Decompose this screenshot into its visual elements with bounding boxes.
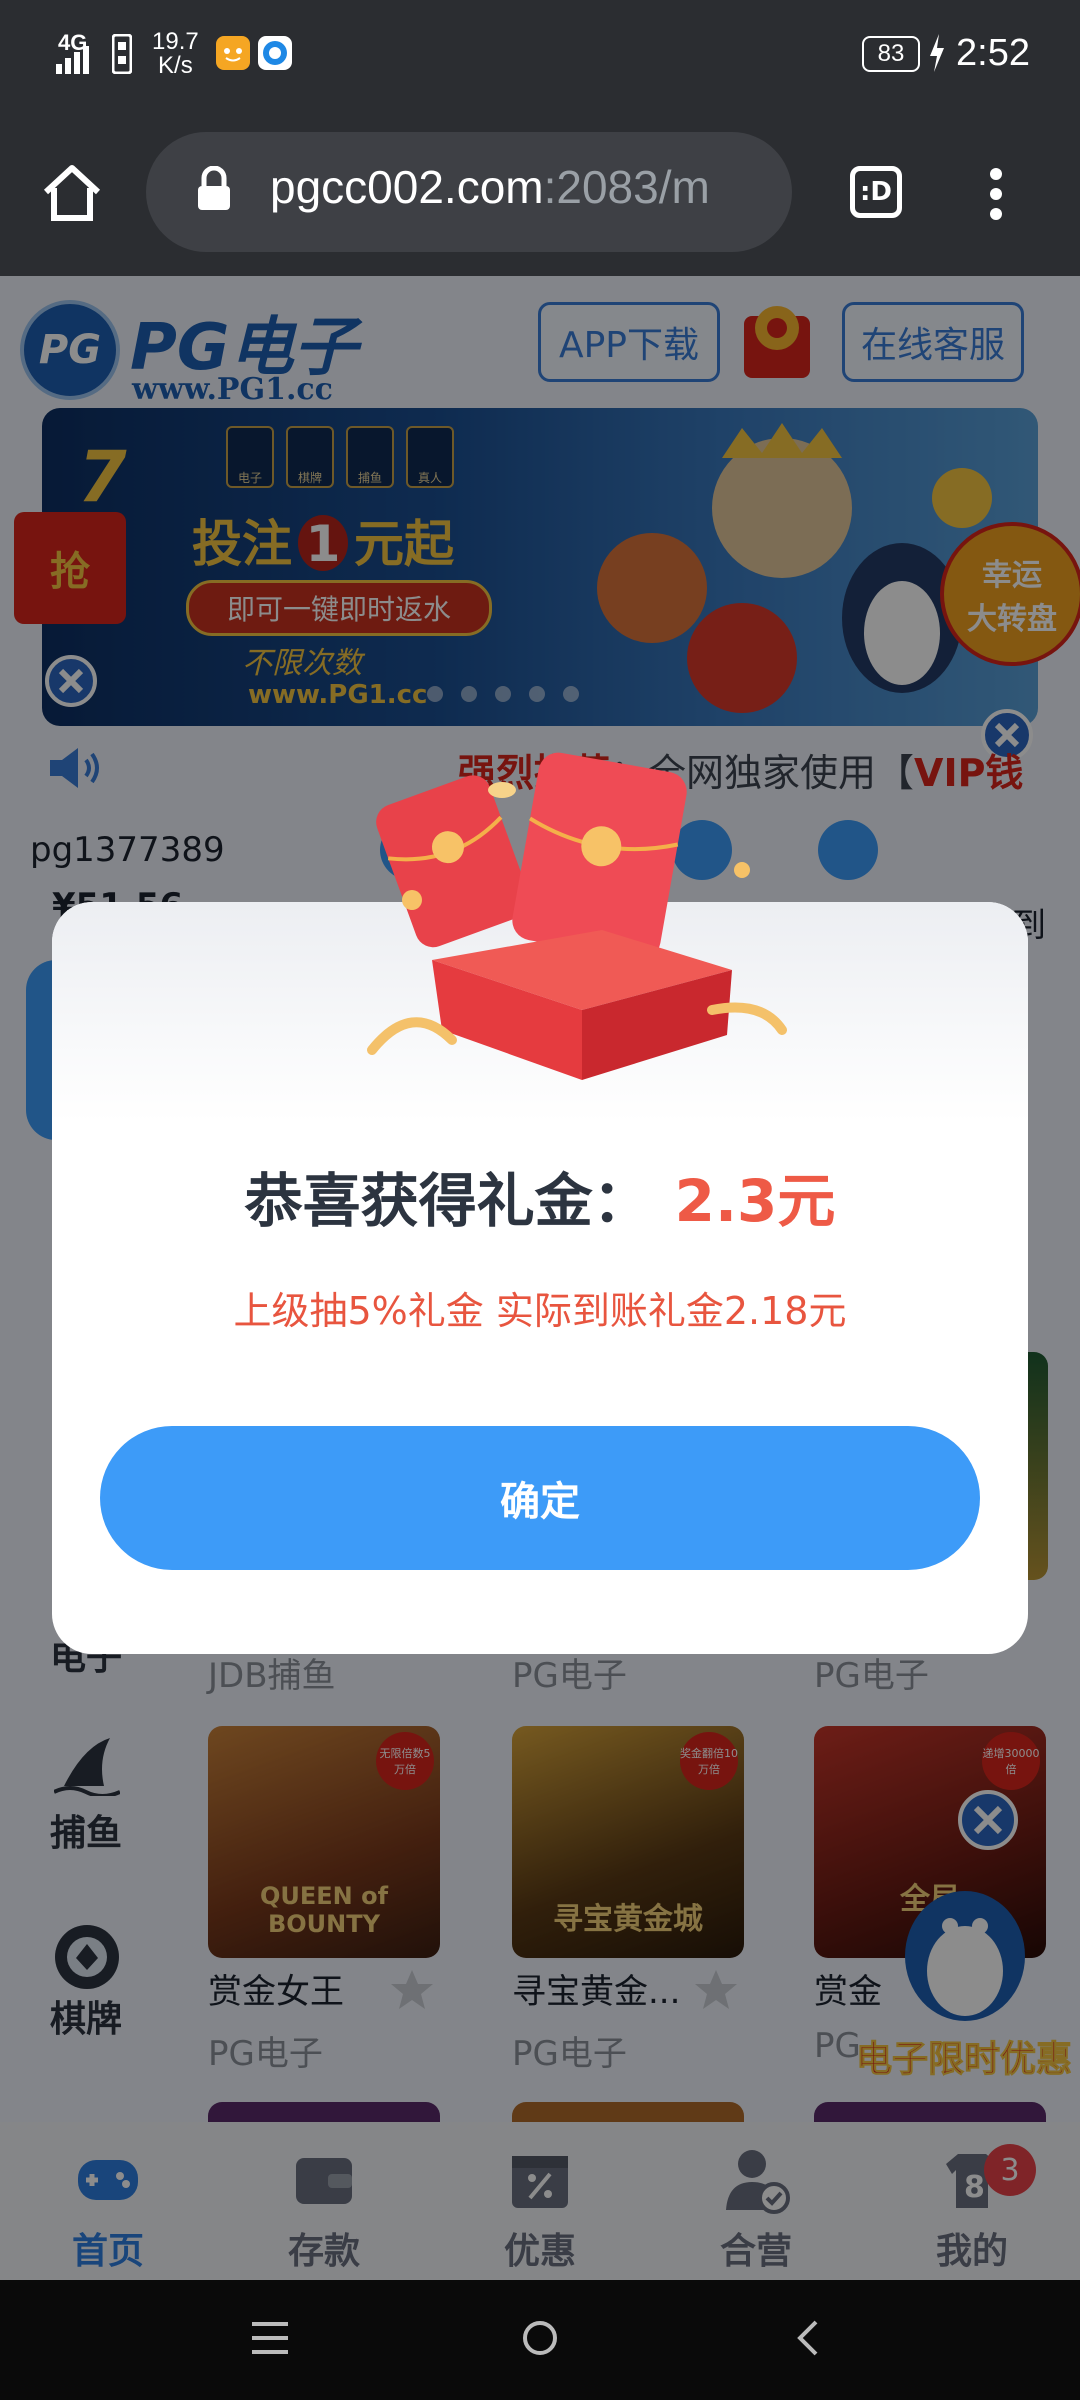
menu-icon[interactable] [252,2322,288,2354]
back-icon[interactable] [796,2320,820,2356]
sim-icon [112,34,132,74]
charging-icon [930,34,944,72]
system-nav-bar [0,2280,1080,2400]
notification-app-icon [216,36,250,70]
tab-switcher-button[interactable]: :D [850,166,902,218]
status-bar: 4G 19.7 K/s 83 2:52 [0,0,1080,110]
net-speed: 19.7 K/s [152,28,199,79]
notification-app-icon-2 [258,36,292,70]
lock-icon [198,166,230,210]
gift-money-dialog: 恭喜获得礼金： 2.3元 上级抽5%礼金 实际到账礼金2.18元 确定 [52,752,1028,1654]
home-icon[interactable] [40,162,104,222]
battery-icon: 83 [862,36,920,72]
dialog-note: 上级抽5%礼金 实际到账礼金2.18元 [233,1289,847,1333]
address-bar[interactable]: pgcc002.com:2083/m [146,132,792,252]
dialog-title: 恭喜获得礼金： 2.3元 [244,1167,836,1235]
clock: 2:52 [956,32,1030,74]
gift-amount: 2.3元 [674,1167,836,1235]
more-options-icon[interactable] [984,166,1008,222]
confirm-button[interactable]: 确定 [100,1426,980,1570]
red-envelope-gift-icon [367,752,787,1080]
browser-toolbar: pgcc002.com:2083/m :D [0,110,1080,276]
signal-icon [56,46,89,74]
url-text: pgcc002.com:2083/m [270,161,710,213]
home-nav-icon[interactable] [522,2320,558,2356]
modal-backdrop-tabs [0,2122,1080,2280]
